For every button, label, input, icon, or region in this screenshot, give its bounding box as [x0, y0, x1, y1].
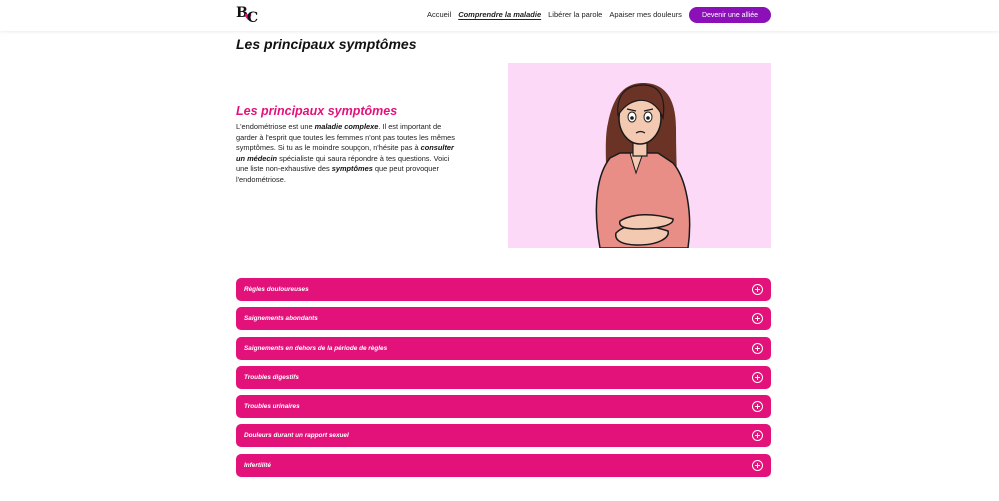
intro-text: L'endométriose est une maladie complexe.… [236, 122, 456, 186]
page-title: Les principaux symptômes [236, 36, 417, 52]
nav-link-comprendre[interactable]: Comprendre la maladie [458, 10, 541, 19]
nav-link-apaiser[interactable]: Apaiser mes douleurs [609, 10, 682, 19]
accordion-item-label: Douleurs durant un rapport sexuel [244, 432, 349, 440]
accordion-item-label: Troubles digestifs [244, 373, 299, 381]
intro-emphasis: symptômes [331, 164, 373, 174]
navbar: B ♥ C Accueil Comprendre la maladie Libé… [0, 0, 999, 31]
woman-holding-stomach-illustration [595, 83, 691, 248]
plus-circle-icon[interactable] [752, 284, 763, 295]
plus-circle-icon[interactable] [752, 459, 763, 471]
accordion-item-label: Saignements en dehors de la période de r… [244, 344, 388, 352]
become-ally-button[interactable]: Devenir une alliée [689, 7, 771, 23]
intro-emphasis: maladie complexe [314, 122, 379, 131]
site-logo[interactable]: B ♥ C [236, 5, 262, 26]
nav-link-accueil[interactable]: Accueil [427, 10, 451, 19]
accordion-item-label: Saignements abondants [244, 315, 318, 323]
woman-illustration [508, 63, 771, 248]
plus-circle-icon[interactable] [752, 430, 763, 442]
plus-circle-icon[interactable] [752, 342, 763, 354]
intro-title: Les principaux symptômes [236, 104, 398, 118]
nav-link-liberer[interactable]: Libérer la parole [548, 10, 602, 19]
accordion-item[interactable]: Troubles urinaires [236, 395, 771, 419]
accordion-item[interactable]: Saignements en dehors de la période de r… [236, 336, 771, 360]
symptoms-accordion: Règles douloureuses Saignements abondant… [236, 278, 771, 483]
intro-text-part: L'endométriose est une [236, 122, 315, 131]
accordion-item-label: Troubles urinaires [244, 403, 300, 411]
accordion-item[interactable]: Troubles digestifs [236, 365, 771, 389]
plus-circle-icon[interactable] [752, 371, 763, 383]
main-nav: Accueil Comprendre la maladie Libérer la… [427, 10, 682, 19]
accordion-item[interactable]: Saignements abondants [236, 307, 771, 331]
plus-circle-icon[interactable] [752, 401, 763, 413]
accordion-item[interactable]: Douleurs durant un rapport sexuel [236, 424, 771, 448]
accordion-item-label: Règles douloureuses [244, 286, 309, 293]
accordion-item[interactable]: Infertilité [236, 453, 771, 477]
plus-circle-icon[interactable] [752, 313, 763, 325]
logo-letter-c: C [247, 10, 259, 26]
accordion-item[interactable]: Règles douloureuses [236, 278, 771, 301]
accordion-item-label: Infertilité [244, 461, 271, 469]
